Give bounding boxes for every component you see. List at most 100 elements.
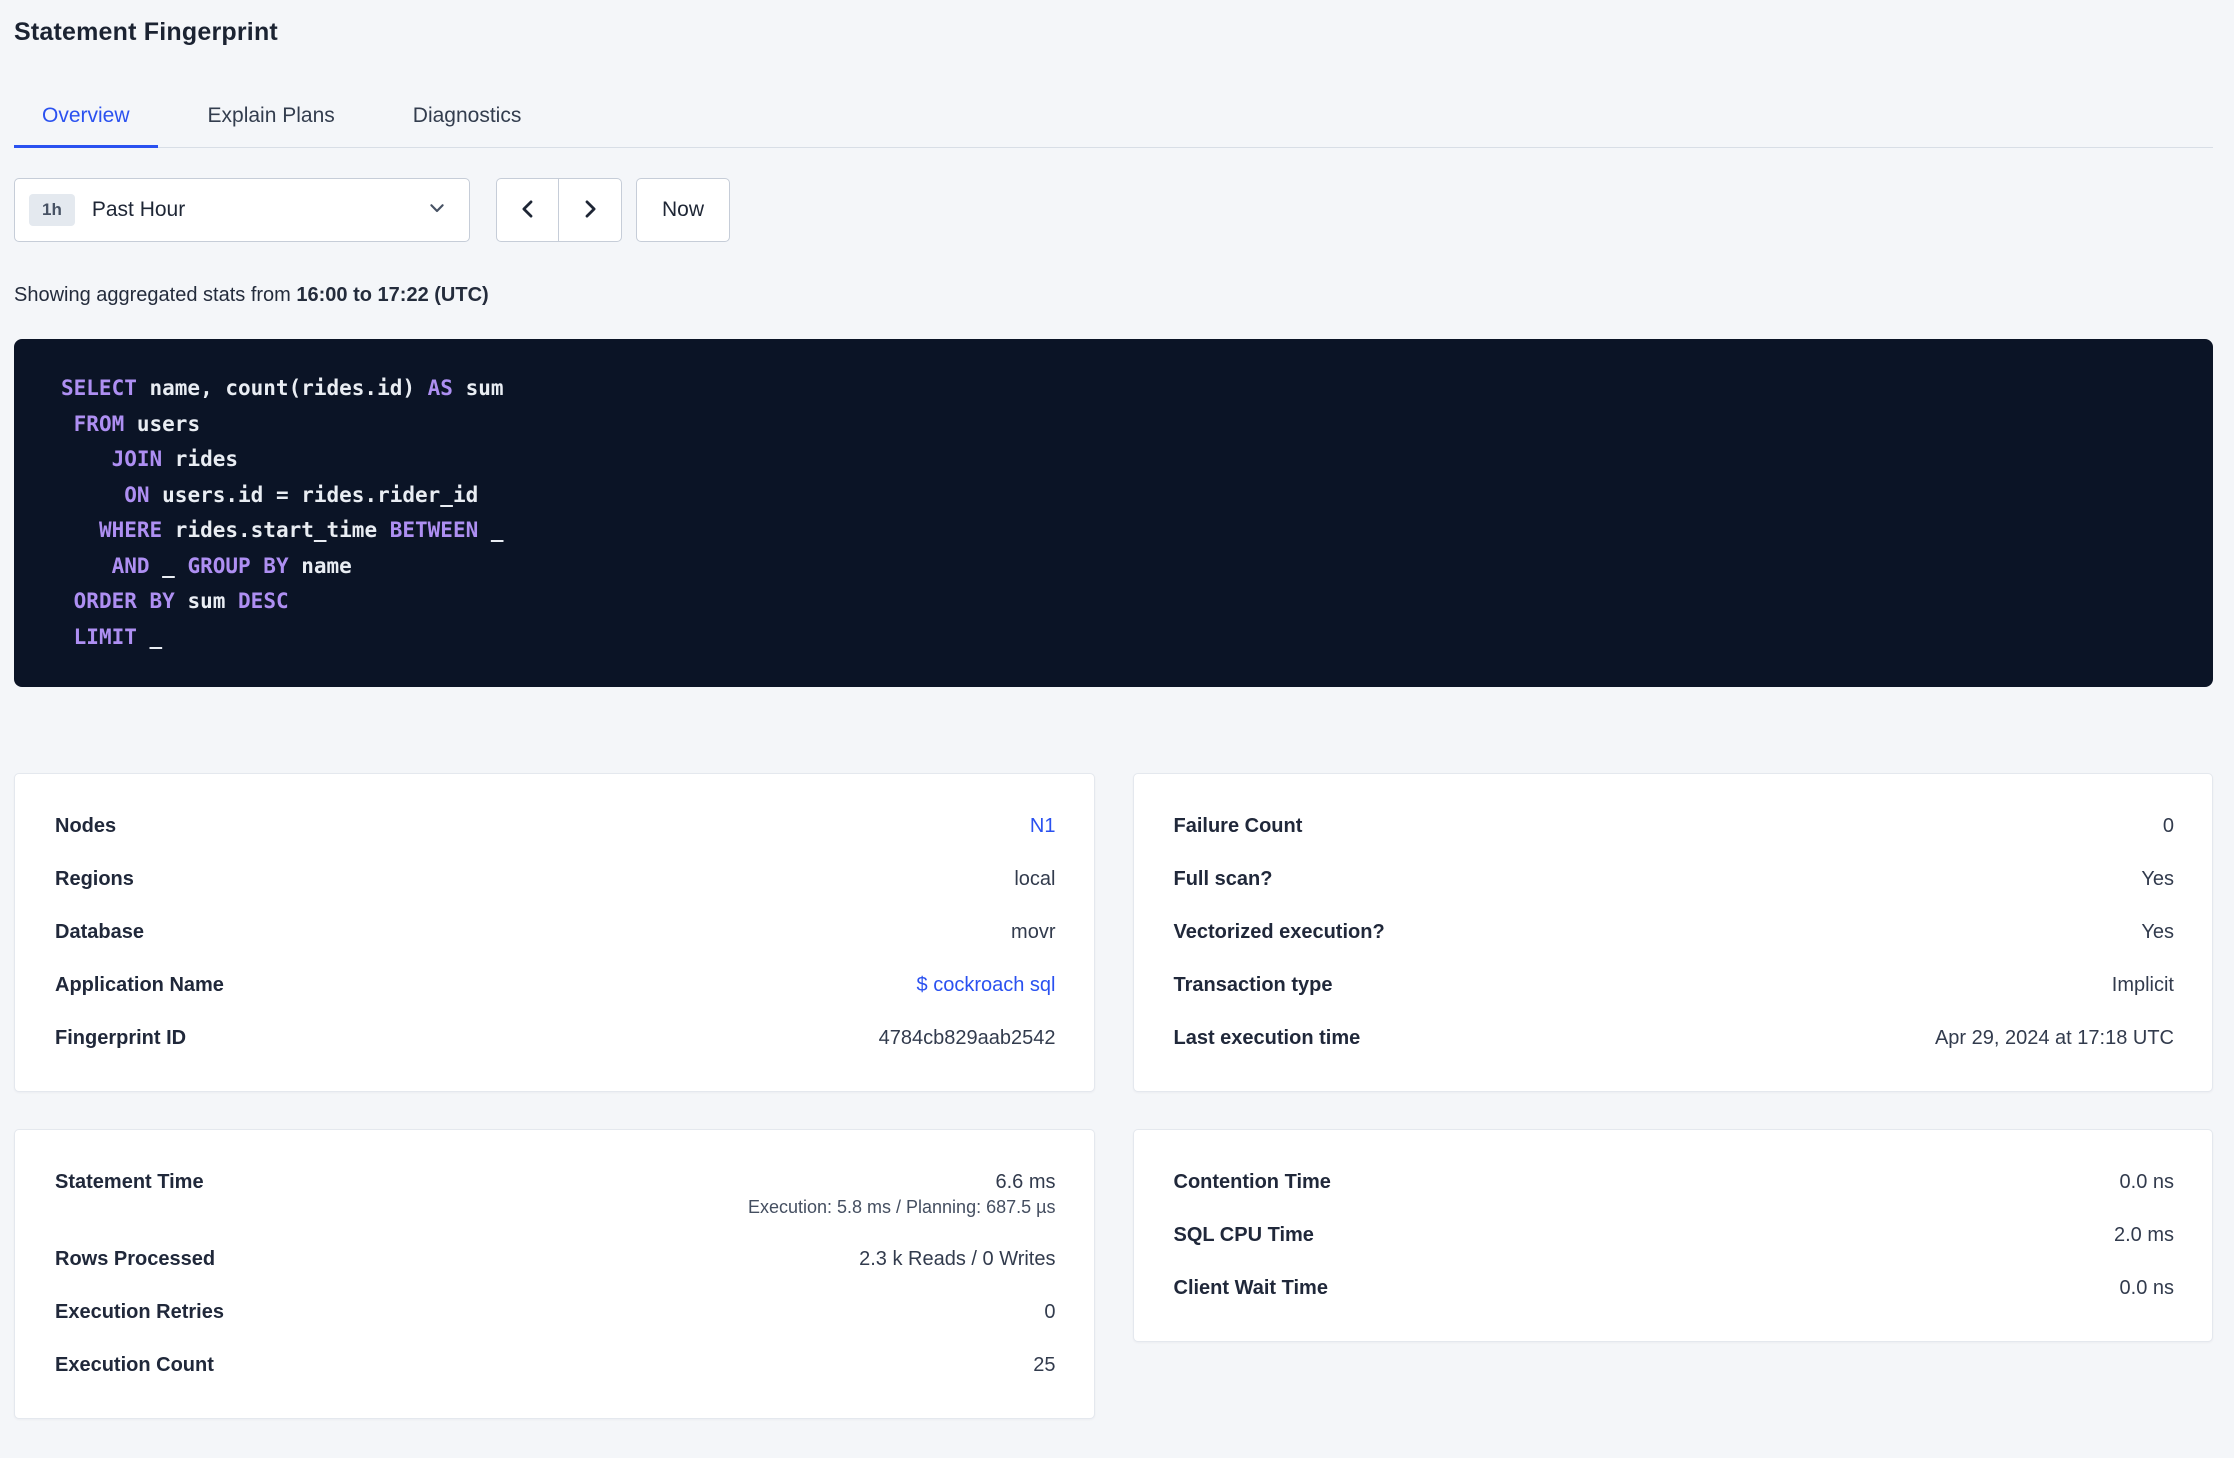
row-value: 2.0 ms — [2113, 1224, 2174, 1246]
sql-text: _ — [478, 518, 504, 542]
sql-text: users — [124, 411, 201, 436]
sql-line: AND _ GROUP BY name — [61, 549, 2166, 585]
sql-keyword: AND — [111, 553, 150, 578]
sql-text: sum — [452, 376, 504, 400]
interval-badge: 1h — [29, 194, 75, 226]
statement-fingerprint-page: Statement Fingerprint Overview Explain P… — [0, 0, 2234, 1419]
card-row: Nodes N1 — [55, 800, 1056, 853]
row-value-wrap: 0 — [2163, 815, 2174, 838]
chevron-right-icon — [579, 198, 601, 223]
card-row: Client Wait Time 0.0 ns — [1174, 1262, 2175, 1315]
sql-keyword: DESC — [238, 589, 289, 613]
row-value: 0 — [2162, 815, 2174, 837]
row-value: local — [1014, 868, 1056, 890]
time-range-select[interactable]: 1h Past Hour — [14, 178, 470, 242]
stats-summary-prefix: Showing aggregated stats from — [14, 284, 297, 306]
sql-keyword: ON — [124, 482, 150, 507]
sql-keyword: ORDER BY — [73, 589, 175, 613]
previous-range-button[interactable] — [496, 178, 559, 242]
card-row: Failure Count 0 — [1174, 800, 2175, 853]
row-label: Regions — [55, 868, 134, 890]
sql-line: FROM users — [61, 407, 2166, 443]
sql-line: ORDER BY sum DESC — [61, 584, 2166, 620]
sql-keyword: JOIN — [111, 447, 163, 471]
sql-text: _ — [149, 553, 188, 578]
row-label: Fingerprint ID — [55, 1027, 187, 1049]
sql-keyword: LIMIT — [73, 624, 137, 649]
row-value: 0.0 ns — [2119, 1171, 2174, 1193]
card-row: Execution Retries 0 — [55, 1286, 1056, 1339]
row-label: Client Wait Time — [1173, 1277, 1328, 1299]
row-label: Nodes — [55, 815, 117, 837]
time-controls: 1h Past Hour Now — [14, 178, 2213, 242]
row-value-link[interactable]: $ cockroach sql — [917, 974, 1056, 996]
row-value-wrap: 2.3 k Reads / 0 Writes — [859, 1248, 1055, 1271]
card-row: Database movr — [55, 906, 1056, 959]
sql-text: users.id = rides.rider_id — [149, 482, 479, 507]
row-label: Rows Processed — [55, 1248, 216, 1270]
row-label: Statement Time — [55, 1171, 204, 1193]
sql-text: rides — [162, 447, 239, 471]
row-value-wrap: 2.0 ms — [2114, 1224, 2174, 1247]
row-label: Failure Count — [1173, 815, 1303, 837]
card-row: Regions local — [55, 853, 1056, 906]
sql-text: name — [288, 553, 352, 578]
sql-text: sum — [174, 589, 239, 613]
row-label: SQL CPU Time — [1173, 1224, 1314, 1246]
sql-keyword: BETWEEN — [389, 518, 479, 542]
card-row: Last execution time Apr 29, 2024 at 17:18… — [1174, 1012, 2175, 1065]
row-value: 2.3 k Reads / 0 Writes — [859, 1248, 1056, 1270]
next-range-button[interactable] — [559, 178, 622, 242]
card-row: Fingerprint ID 4784cb829aab2542 — [55, 1012, 1056, 1065]
sql-keyword: AS — [427, 376, 453, 400]
sql-line: SELECT name, count(rides.id) AS sum — [61, 371, 2166, 407]
sql-line: JOIN rides — [61, 442, 2166, 478]
row-value: 25 — [1033, 1354, 1056, 1376]
row-value-wrap: 0.0 ns — [2120, 1277, 2174, 1300]
card-row: SQL CPU Time 2.0 ms — [1174, 1209, 2175, 1262]
row-value-link[interactable]: N1 — [1030, 815, 1056, 837]
sql-line: ON users.id = rides.rider_id — [61, 478, 2166, 514]
contention-card: Contention Time 0.0 ns SQL CPU Time 2.0 ms C… — [1132, 1129, 2213, 1342]
sql-keyword: GROUP BY — [187, 553, 289, 578]
row-value: 0.0 ns — [2119, 1277, 2174, 1299]
row-value-wrap: N1 — [1030, 815, 1056, 838]
tab-bar: Overview Explain Plans Diagnostics — [14, 85, 2213, 148]
row-value-wrap: 4784cb829aab2542 — [879, 1027, 1056, 1050]
row-value-wrap: Yes — [2141, 921, 2174, 944]
row-label: Last execution time — [1173, 1027, 1361, 1049]
row-value: Yes — [2141, 921, 2174, 943]
timing-cards-row: Statement Time 6.6 ms Execution: 5.8 ms / … — [14, 1129, 2213, 1419]
page-title: Statement Fingerprint — [14, 18, 278, 46]
card-row: Full scan? Yes — [1174, 853, 2175, 906]
row-label: Vectorized execution? — [1173, 921, 1385, 943]
tab-diagnostics[interactable]: Diagnostics — [385, 85, 550, 147]
row-label: Contention Time — [1173, 1171, 1331, 1193]
row-value-wrap: 25 — [1033, 1354, 1055, 1377]
tab-overview[interactable]: Overview — [14, 85, 158, 148]
sql-keyword: WHERE — [98, 518, 163, 542]
details-cards-row: Nodes N1 Regions local Database movr Applicati… — [14, 773, 2213, 1092]
row-value: Implicit — [2111, 974, 2174, 996]
chevron-down-icon — [427, 198, 447, 223]
row-value: 6.6 ms — [995, 1171, 1056, 1193]
card-row: Rows Processed 2.3 k Reads / 0 Writes — [55, 1233, 1056, 1286]
card-row: Vectorized execution? Yes — [1174, 906, 2175, 959]
row-value-wrap: Implicit — [2112, 974, 2174, 997]
sql-text: name, count(rides.id) — [136, 376, 428, 400]
row-value-wrap: Apr 29, 2024 at 17:18 UTC — [1935, 1027, 2174, 1050]
range-step-buttons — [496, 178, 622, 242]
now-button[interactable]: Now — [636, 178, 730, 242]
sql-line: WHERE rides.start_time BETWEEN _ — [61, 513, 2166, 549]
row-value-wrap: 0 — [1044, 1301, 1055, 1324]
row-value-wrap: movr — [1011, 921, 1055, 944]
sql-statement-box: SELECT name, count(rides.id) AS sum FROM… — [14, 339, 2213, 687]
row-label: Execution Count — [55, 1354, 214, 1376]
tab-explain-plans[interactable]: Explain Plans — [180, 85, 363, 147]
sql-text: _ — [136, 624, 163, 649]
